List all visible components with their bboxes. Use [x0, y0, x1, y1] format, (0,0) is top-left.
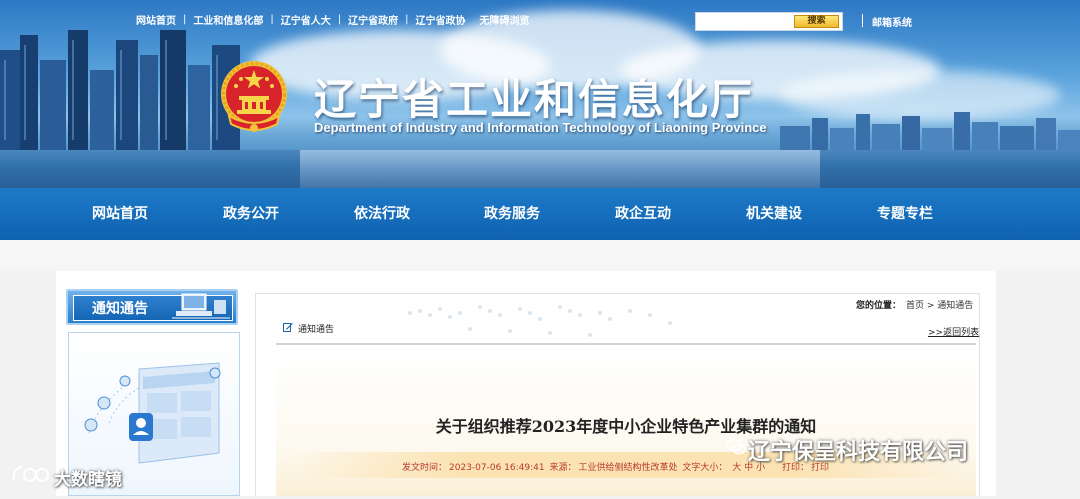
- nav-item-special-topics[interactable]: 专题专栏: [877, 188, 933, 240]
- national-emblem-icon: [221, 61, 287, 132]
- font-size-large-button[interactable]: 大: [732, 463, 741, 473]
- breadcrumb: 首页 > 通知通告: [906, 298, 973, 311]
- mail-system-link[interactable]: 邮箱系统: [872, 14, 912, 29]
- published-label: 发文时间：: [402, 463, 448, 473]
- nav-item-law-administration[interactable]: 依法行政: [354, 188, 410, 240]
- nav-item-government-services[interactable]: 政务服务: [484, 188, 540, 240]
- top-link-separator: |: [405, 13, 409, 25]
- top-link-accessibility[interactable]: 无障碍浏览: [480, 12, 530, 27]
- computer-icon: [172, 293, 230, 319]
- edit-icon: [283, 323, 293, 332]
- water-glow: [300, 150, 820, 188]
- site-subtitle-english: Department of Industry and Information T…: [314, 120, 767, 135]
- breadcrumb-current-link[interactable]: 通知通告: [937, 301, 973, 311]
- main-navigation: 网站首页 政务公开 依法行政 政务服务 政企互动 机关建设 专题专栏: [0, 188, 1080, 240]
- watermark-left: 大数瞎镜: [54, 470, 122, 490]
- watermark-company: 辽宁保呈科技有限公司: [748, 440, 969, 465]
- font-size-label: 文字大小：: [682, 463, 728, 473]
- search-button[interactable]: 搜索: [794, 15, 839, 28]
- top-link-separator: |: [337, 13, 342, 25]
- page-gap: [0, 240, 1080, 271]
- top-link-government[interactable]: 辽宁省政府: [348, 12, 398, 27]
- top-link-cppcc[interactable]: 辽宁省政协: [416, 12, 466, 27]
- source-value: 工业供给侧结构性改革处: [578, 463, 678, 473]
- breadcrumb-home-link[interactable]: 首页: [906, 301, 924, 311]
- top-link-npc[interactable]: 辽宁省人大: [281, 12, 331, 27]
- header-banner: 网站首页 | 工业和信息化部 | 辽宁省人大 | 辽宁省政府 | 辽宁省政协 无…: [0, 0, 1080, 188]
- site-title: 辽宁省工业和信息化厅: [314, 75, 755, 124]
- breadcrumb-label: 您的位置：: [856, 301, 902, 311]
- sidebar-title: 通知通告: [92, 301, 148, 317]
- top-link-bar: 网站首页 | 工业和信息化部 | 辽宁省人大 | 辽宁省政府 | 辽宁省政协 无…: [136, 11, 530, 27]
- source-label: 来源：: [549, 463, 577, 473]
- mail-separator: [862, 14, 863, 27]
- nav-item-home[interactable]: 网站首页: [92, 188, 148, 240]
- city-skyline-right: [780, 112, 1080, 152]
- watermark-logo-icon: [12, 466, 49, 482]
- top-link-separator: |: [183, 13, 187, 25]
- city-skyline-left: [0, 30, 240, 152]
- published-date: 2023-07-06 16:49:41: [449, 463, 545, 473]
- breadcrumb-separator: >: [924, 301, 938, 311]
- nav-item-interaction[interactable]: 政企互动: [615, 188, 671, 240]
- top-link-separator: |: [270, 13, 274, 25]
- nav-item-government-affairs[interactable]: 政务公开: [223, 188, 279, 240]
- top-link-home[interactable]: 网站首页: [136, 12, 176, 27]
- back-to-list-link[interactable]: >>返回列表: [928, 325, 979, 338]
- section-label: 通知通告: [298, 325, 335, 335]
- nav-item-organization[interactable]: 机关建设: [746, 188, 802, 240]
- wechat-icon: [726, 438, 746, 455]
- top-link-miit[interactable]: 工业和信息化部: [193, 12, 263, 27]
